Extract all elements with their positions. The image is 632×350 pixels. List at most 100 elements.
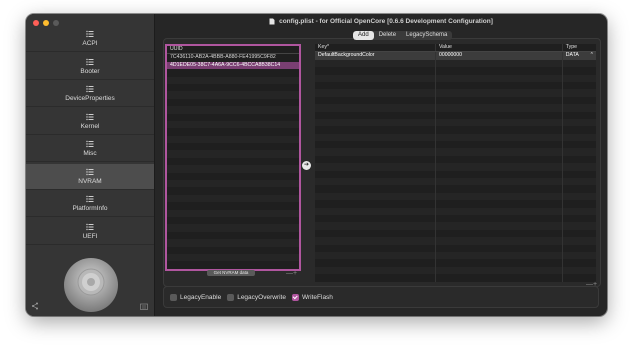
uuid-row[interactable]: 4D1EDE05-38C7-4A6A-9CC6-4BCCA8B38C14 (167, 61, 299, 70)
empty-row[interactable] (315, 170, 596, 179)
empty-row[interactable] (315, 244, 596, 252)
empty-row[interactable] (167, 135, 299, 144)
empty-row[interactable] (167, 239, 299, 247)
empty-row[interactable] (167, 194, 299, 203)
uuid-column-header[interactable]: UUID (167, 46, 299, 55)
empty-row[interactable] (167, 128, 299, 135)
type-select[interactable]: DATA ⌃ (563, 52, 596, 59)
sidebar-item-platforminfo[interactable]: PlatformInfo (26, 191, 154, 217)
empty-row[interactable] (315, 266, 596, 275)
empty-row[interactable] (315, 251, 596, 260)
empty-row[interactable] (167, 209, 299, 217)
empty-row[interactable] (315, 59, 596, 68)
empty-row[interactable] (167, 120, 299, 129)
writeflash-option[interactable]: WriteFlash (291, 293, 333, 301)
list-icon (86, 58, 94, 65)
sidebar-item-booter[interactable]: Booter (26, 54, 154, 80)
empty-row[interactable] (315, 118, 596, 127)
empty-row[interactable] (315, 163, 596, 171)
uuid-table[interactable]: UUID 7C436110-AB2A-4BBB-A880-FE41995C9F8… (165, 44, 301, 271)
empty-row[interactable] (315, 185, 596, 193)
sidebar-item-misc[interactable]: Misc (26, 136, 154, 162)
uuid-row[interactable]: 7C436110-AB2A-4BBB-A880-FE41995C9F82 (167, 54, 299, 61)
legacyoverwrite-option[interactable]: LegacyOverwrite (227, 293, 286, 301)
empty-row[interactable] (167, 76, 299, 84)
empty-row[interactable] (167, 173, 299, 180)
uuid-add-remove-buttons[interactable]: —+ (286, 270, 297, 277)
empty-row[interactable] (315, 155, 596, 164)
empty-row[interactable] (315, 141, 596, 149)
empty-row[interactable] (315, 207, 596, 215)
empty-row[interactable] (315, 126, 596, 134)
key-cell[interactable]: DefaultBackgroundColor (315, 52, 436, 60)
empty-row[interactable] (315, 229, 596, 238)
empty-row[interactable] (167, 165, 299, 173)
empty-row[interactable] (315, 111, 596, 119)
tab-delete[interactable]: Delete (374, 31, 401, 40)
type-column-header[interactable]: Type (566, 44, 577, 51)
empty-row[interactable] (315, 81, 596, 90)
sidebar-item-kernel[interactable]: Kernel (26, 109, 154, 135)
share-icon[interactable] (31, 302, 39, 310)
empty-row[interactable] (167, 84, 299, 91)
empty-row[interactable] (167, 261, 299, 268)
empty-row[interactable] (315, 67, 596, 75)
list-icon (86, 195, 94, 203)
tab-legacyschema[interactable]: LegacySchema (401, 31, 452, 40)
empty-row[interactable] (315, 222, 596, 230)
empty-row[interactable] (167, 232, 299, 239)
empty-row[interactable] (167, 247, 299, 254)
empty-row[interactable] (167, 158, 299, 165)
value-column-header[interactable]: Value (436, 44, 563, 52)
empty-row[interactable] (167, 99, 299, 106)
sidebar-item-label: Kernel (80, 122, 100, 130)
empty-row[interactable] (167, 224, 299, 232)
legacyenable-option[interactable]: LegacyEnable (170, 293, 221, 301)
empty-row[interactable] (167, 106, 299, 114)
empty-row[interactable] (167, 180, 299, 188)
empty-row[interactable] (167, 253, 299, 262)
empty-row[interactable] (167, 187, 299, 194)
key-value-table[interactable]: Key* Value Type DefaultBackgroundColor 00… (315, 44, 596, 282)
empty-row[interactable] (315, 96, 596, 105)
empty-row[interactable] (167, 143, 299, 150)
writeflash-checkbox[interactable] (291, 293, 299, 301)
empty-row[interactable] (315, 274, 596, 282)
kv-row[interactable]: DefaultBackgroundColor 00000000 DATA ⌃ (315, 52, 596, 60)
legacyoverwrite-checkbox[interactable] (227, 293, 235, 301)
list-icon (86, 223, 94, 230)
value-cell[interactable]: 00000000 (436, 52, 563, 60)
empty-row[interactable] (167, 91, 299, 99)
empty-row[interactable] (167, 114, 299, 121)
empty-row[interactable] (315, 148, 596, 156)
sidebar-item-uefi[interactable]: UEFI (26, 219, 154, 245)
kv-header-row: Key* Value Type (315, 44, 596, 53)
key-column-header[interactable]: Key* (315, 44, 436, 52)
empty-row[interactable] (315, 237, 596, 245)
empty-row[interactable] (315, 259, 596, 267)
document-icon (269, 18, 275, 24)
sidebar-item-acpi[interactable]: ACPI (26, 26, 154, 52)
legacyenable-checkbox[interactable] (170, 293, 177, 301)
empty-row[interactable] (315, 74, 596, 82)
empty-row[interactable] (315, 133, 596, 142)
empty-row[interactable] (167, 150, 299, 158)
arrow-right-icon[interactable]: ➔ (302, 161, 311, 170)
list-icon (86, 168, 94, 175)
get-nvram-data-button[interactable]: Get NVRAM data (207, 270, 255, 276)
empty-row[interactable] (315, 214, 596, 223)
export-icon[interactable] (140, 303, 148, 310)
empty-row[interactable] (315, 200, 596, 208)
empty-row[interactable] (167, 69, 299, 76)
sidebar-item-deviceproperties[interactable]: DeviceProperties (26, 81, 154, 107)
empty-row[interactable] (315, 89, 596, 97)
sidebar-item-label: NVRAM (78, 177, 102, 185)
empty-row[interactable] (315, 104, 596, 112)
empty-row[interactable] (315, 178, 596, 186)
empty-row[interactable] (167, 217, 299, 224)
empty-row[interactable] (315, 192, 596, 201)
sidebar-item-nvram[interactable]: NVRAM (26, 163, 154, 190)
tab-add[interactable]: Add (353, 31, 374, 40)
writeflash-label: WriteFlash (301, 293, 333, 301)
empty-row[interactable] (167, 202, 299, 209)
